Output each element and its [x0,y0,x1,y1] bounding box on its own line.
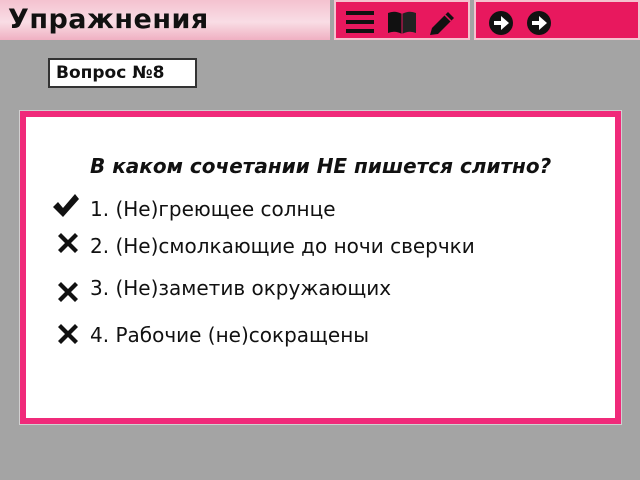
answer-option-2[interactable]: 2. (Не)смолкающие до ночи сверчки [90,234,475,258]
question-number-label: Вопрос №8 [48,58,197,88]
book-icon[interactable] [386,8,418,36]
arrow-right-icon[interactable] [488,10,514,36]
arrow-right-icon[interactable] [526,10,552,36]
cross-icon [58,233,78,253]
top-bar: Упражнения [0,0,640,44]
question-text: В каком сочетании НЕ пишется слитно? [90,154,552,178]
nav-panel [474,0,640,40]
title-panel: Упражнения [0,0,330,40]
cross-icon [58,282,78,302]
menu-lines-icon[interactable] [344,8,376,36]
cross-icon [58,324,78,344]
pencil-icon[interactable] [428,8,460,36]
answer-option-3[interactable]: 3. (Не)заметив окружающих [90,276,391,300]
page-title: Упражнения [8,4,209,35]
tools-panel [334,0,470,40]
answer-option-1[interactable]: 1. (Не)греющее солнце [90,197,336,221]
check-icon [53,194,79,217]
question-card: В каком сочетании НЕ пишется слитно? 1. … [20,111,621,424]
answer-option-4[interactable]: 4. Рабочие (не)сокращены [90,323,369,347]
